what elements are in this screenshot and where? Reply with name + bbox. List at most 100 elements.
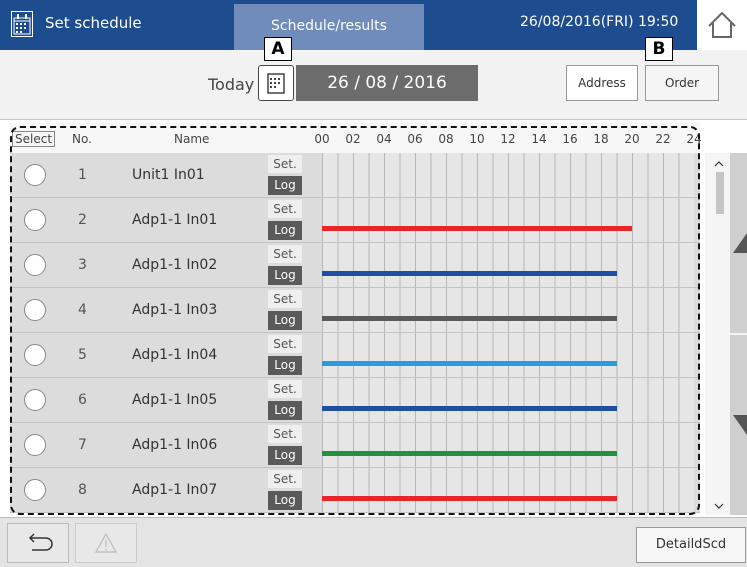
schedule-row[interactable]: 7 Adp1-1 In06 Set. Log — [10, 423, 700, 468]
schedule-row[interactable]: 3 Adp1-1 In02 Set. Log — [10, 243, 700, 288]
chevron-up-icon[interactable] — [712, 158, 726, 170]
log-button[interactable]: Log — [268, 221, 302, 240]
select-radio[interactable] — [24, 299, 46, 321]
row-number: 1 — [78, 167, 87, 183]
hour-tick-label: 06 — [407, 132, 423, 146]
home-icon — [708, 11, 736, 38]
set-button[interactable]: Set. — [268, 380, 302, 398]
hour-tick-label: 12 — [500, 132, 516, 146]
schedule-bar — [322, 496, 617, 501]
triangle-up-icon — [733, 233, 747, 253]
select-radio[interactable] — [24, 344, 46, 366]
tab-schedule-results[interactable]: Schedule/results — [234, 4, 424, 50]
log-button[interactable]: Log — [268, 491, 302, 510]
row-number: 8 — [78, 482, 87, 498]
schedule-timeline — [322, 198, 694, 242]
table-header: Select No. Name 00 02 04 06 08 10 12 14 16 18 20 22… — [10, 123, 702, 153]
unit-name: Adp1-1 In05 — [132, 392, 218, 408]
page-up-button[interactable] — [730, 153, 747, 333]
select-radio[interactable] — [24, 209, 46, 231]
schedule-timeline — [322, 378, 694, 422]
screen-title: Set schedule — [45, 14, 142, 32]
log-button[interactable]: Log — [268, 311, 302, 330]
page-down-button[interactable] — [730, 335, 747, 515]
log-button[interactable]: Log — [268, 446, 302, 465]
column-header-select: Select — [12, 131, 56, 147]
hour-tick-label: 10 — [469, 132, 485, 146]
schedule-timeline — [322, 153, 694, 197]
schedule-timeline — [322, 243, 694, 287]
schedule-bar — [322, 316, 617, 321]
chevron-down-icon[interactable] — [712, 500, 726, 512]
row-number: 5 — [78, 347, 87, 363]
schedule-timeline — [322, 423, 694, 467]
order-button[interactable]: Order — [645, 65, 719, 101]
unit-name: Adp1-1 In06 — [132, 437, 218, 453]
detail-schedule-button[interactable]: DetaildScd — [636, 527, 746, 563]
calendar-button[interactable] — [258, 65, 294, 101]
hour-tick-label: 00 — [314, 132, 330, 146]
set-button[interactable]: Set. — [268, 155, 302, 173]
callout-b: B — [645, 37, 673, 61]
row-number: 7 — [78, 437, 87, 453]
schedule-bar — [322, 406, 617, 411]
hour-tick-label: 24 — [686, 132, 702, 146]
log-button[interactable]: Log — [268, 266, 302, 285]
date-display[interactable]: 26 / 08 / 2016 — [296, 65, 478, 101]
log-button[interactable]: Log — [268, 356, 302, 375]
calendar-icon — [267, 73, 285, 94]
schedule-list: 1 Unit1 In01 Set. Log 2 Adp1-1 In01 Set. Log 3 Ad… — [10, 153, 700, 513]
select-radio[interactable] — [24, 434, 46, 456]
schedule-timeline — [322, 468, 694, 512]
top-bar: Set schedule Schedule/results 26/08/2016… — [0, 0, 747, 50]
hour-tick-label: 22 — [655, 132, 671, 146]
log-button[interactable]: Log — [268, 401, 302, 420]
set-button[interactable]: Set. — [268, 290, 302, 308]
set-button[interactable]: Set. — [268, 425, 302, 443]
row-number: 4 — [78, 302, 87, 318]
row-number: 3 — [78, 257, 87, 273]
calendar-icon — [11, 11, 33, 37]
set-button[interactable]: Set. — [268, 470, 302, 488]
unit-name: Adp1-1 In02 — [132, 257, 218, 273]
unit-name: Adp1-1 In03 — [132, 302, 218, 318]
hour-tick-label: 20 — [624, 132, 640, 146]
select-radio[interactable] — [24, 164, 46, 186]
hour-tick-label: 02 — [345, 132, 361, 146]
hour-tick-label: 18 — [593, 132, 609, 146]
schedule-bar — [322, 361, 617, 366]
current-datetime: 26/08/2016(FRI) 19:50 — [520, 14, 679, 30]
schedule-timeline — [322, 333, 694, 377]
hour-tick-label: 08 — [438, 132, 454, 146]
set-button[interactable]: Set. — [268, 245, 302, 263]
log-button[interactable]: Log — [268, 176, 302, 195]
select-radio[interactable] — [24, 389, 46, 411]
callout-a: A — [264, 37, 292, 61]
unit-name: Adp1-1 In07 — [132, 482, 218, 498]
address-button[interactable]: Address — [566, 65, 638, 101]
schedule-row[interactable]: 4 Adp1-1 In03 Set. Log — [10, 288, 700, 333]
row-number: 6 — [78, 392, 87, 408]
schedule-row[interactable]: 5 Adp1-1 In04 Set. Log — [10, 333, 700, 378]
hour-tick-label: 14 — [531, 132, 547, 146]
schedule-bar — [322, 451, 617, 456]
set-button[interactable]: Set. — [268, 200, 302, 218]
column-header-name: Name — [174, 132, 210, 146]
schedule-row[interactable]: 1 Unit1 In01 Set. Log — [10, 153, 700, 198]
schedule-bar — [322, 271, 617, 276]
today-label: Today — [208, 75, 255, 94]
back-button[interactable] — [7, 523, 69, 563]
home-button[interactable] — [697, 0, 747, 50]
hour-tick-label: 04 — [376, 132, 392, 146]
set-button[interactable]: Set. — [268, 335, 302, 353]
scrollbar-thumb[interactable] — [716, 172, 724, 214]
hour-tick-label: 16 — [562, 132, 578, 146]
select-radio[interactable] — [24, 479, 46, 501]
schedule-row[interactable]: 2 Adp1-1 In01 Set. Log — [10, 198, 700, 243]
schedule-row[interactable]: 6 Adp1-1 In05 Set. Log — [10, 378, 700, 423]
back-icon — [28, 533, 53, 551]
unit-name: Unit1 In01 — [132, 167, 205, 183]
warning-button[interactable] — [75, 523, 137, 563]
schedule-row[interactable]: 8 Adp1-1 In07 Set. Log — [10, 468, 700, 513]
select-radio[interactable] — [24, 254, 46, 276]
